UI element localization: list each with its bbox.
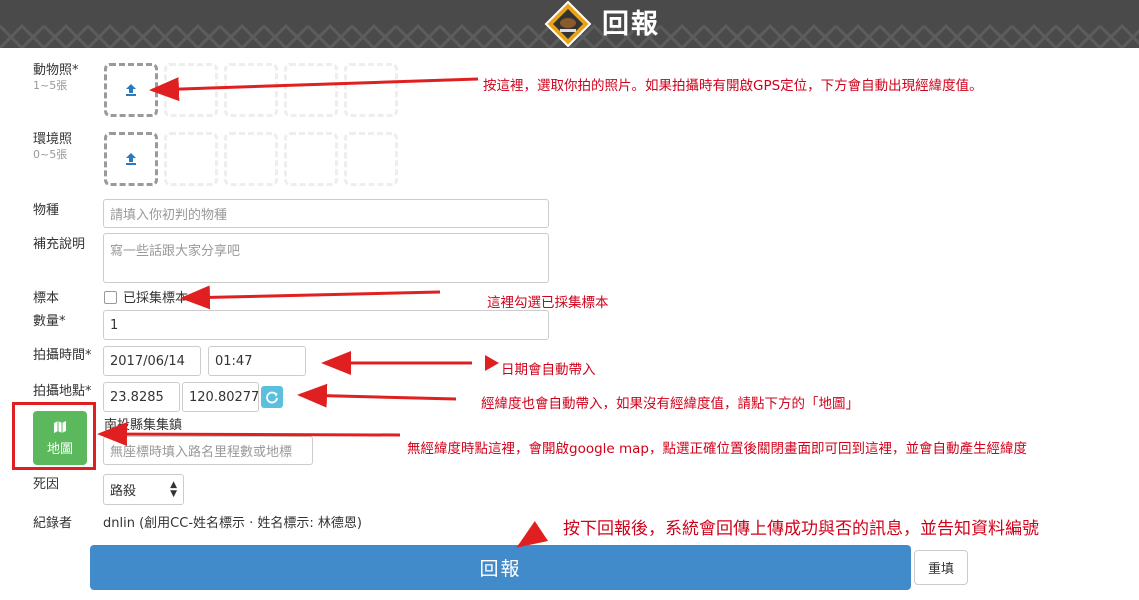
date-bullet-icon [485,355,499,371]
arrow-to-submit [516,521,549,548]
arrow-to-coords [297,383,457,408]
arrow-to-photo [149,77,479,102]
arrow-to-specimen [180,285,441,310]
annotation-arrows [97,77,549,548]
arrow-to-map [97,422,401,447]
